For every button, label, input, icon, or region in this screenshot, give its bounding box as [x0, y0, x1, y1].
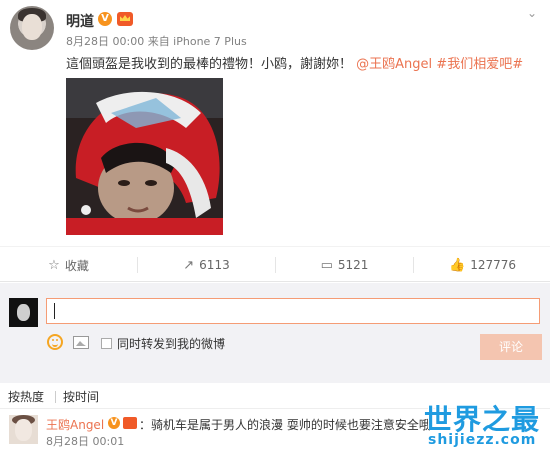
comment-icon: ▭	[320, 257, 333, 273]
weibo-post: 明道 V ⌄ 8月28日 00:00 来自 iPhone 7 Plus 這個頭盔…	[0, 0, 550, 246]
verified-v-icon: V	[98, 12, 112, 26]
star-icon: ☆	[48, 257, 60, 273]
post-photo[interactable]	[66, 78, 223, 235]
like-button[interactable]: 👍 127776	[414, 247, 550, 283]
watermark-url-text: shijiezz.com	[428, 432, 537, 448]
text-caret	[54, 303, 55, 319]
emoji-icon[interactable]	[47, 334, 63, 350]
image-icon[interactable]	[73, 336, 89, 349]
repost-checkbox-label[interactable]: 同时转发到我的微博	[117, 335, 225, 352]
post-action-bar: ☆ 收藏 ↗ 6113 ▭ 5121 👍 127776	[0, 246, 550, 282]
mention-link[interactable]: @王鸥Angel	[356, 57, 432, 72]
comment-button[interactable]: ▭ 5121	[276, 247, 413, 283]
commenter-name[interactable]: 王鸥Angel	[46, 416, 104, 433]
post-meta: 8月28日 00:00 来自 iPhone 7 Plus	[66, 35, 247, 48]
comment-time: 8月28日 00:01	[46, 435, 125, 448]
site-watermark: 世界之最 shijiezz.com	[420, 398, 548, 456]
commenter-avatar[interactable]	[9, 415, 38, 444]
avatar-face	[17, 304, 30, 321]
sort-by-hot-tab[interactable]: 按热度	[8, 388, 44, 405]
comment-count: 5121	[337, 258, 369, 272]
vip-crown-icon	[123, 417, 137, 429]
repost-checkbox[interactable]	[101, 338, 112, 349]
like-count: 127776	[470, 258, 516, 272]
current-user-avatar	[9, 298, 38, 327]
sort-divider	[55, 391, 56, 403]
post-text: 這個頭盔是我收到的最棒的禮物！小鸥，謝謝妳！	[66, 57, 353, 72]
author-avatar[interactable]	[10, 6, 54, 50]
topic-link[interactable]: #我们相爱吧#	[436, 57, 523, 72]
favorite-label: 收藏	[64, 258, 89, 273]
favorite-button[interactable]: ☆ 收藏	[0, 247, 137, 283]
sort-by-time-tab[interactable]: 按时间	[63, 388, 99, 405]
comment-composer: 同时转发到我的微博 评论	[0, 283, 550, 383]
repost-button[interactable]: ↗ 6113	[138, 247, 275, 283]
helmet-photo-illustration	[66, 78, 223, 235]
avatar-face	[15, 419, 32, 441]
vip-crown-icon	[117, 12, 133, 26]
comment-input[interactable]	[46, 298, 540, 324]
post-content: 這個頭盔是我收到的最棒的禮物！小鸥，謝謝妳！ @王鸥Angel #我们相爱吧#	[66, 53, 523, 72]
chevron-down-icon[interactable]: ⌄	[527, 6, 537, 20]
comment-text: ：骑机车是属于男人的浪漫 耍帅的时候也要注意安全哦	[139, 418, 431, 432]
verified-v-icon: V	[108, 417, 120, 429]
repost-icon: ↗	[183, 257, 195, 273]
like-icon: 👍	[449, 257, 466, 273]
submit-comment-button[interactable]: 评论	[480, 334, 542, 360]
avatar-face	[22, 14, 42, 40]
repost-count: 6113	[199, 258, 230, 272]
author-name[interactable]: 明道	[66, 11, 94, 31]
